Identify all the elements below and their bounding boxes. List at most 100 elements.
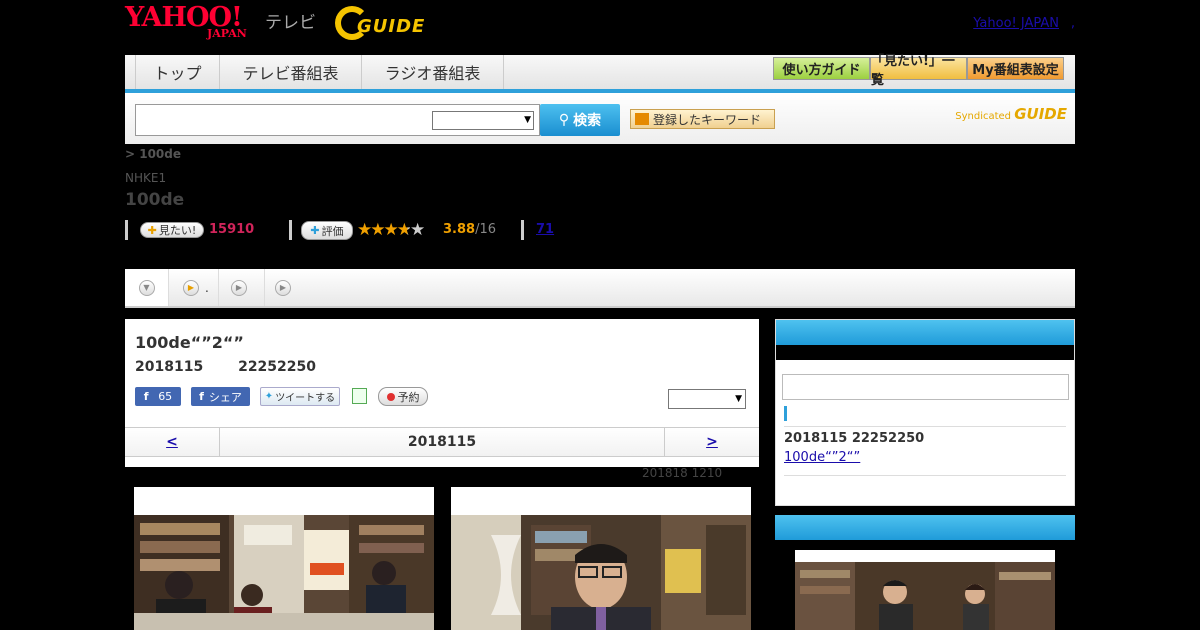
tv-label[interactable]: テレビ [265, 8, 316, 33]
usage-guide-button[interactable]: 使い方ガイド [773, 57, 870, 80]
search-category-select[interactable]: ▼ [432, 111, 534, 130]
facebook-share-label: シェア [208, 390, 242, 404]
tab-episode-1[interactable]: ▶ . [169, 269, 219, 306]
yahoo-japan-link[interactable]: Yahoo! JAPAN [973, 16, 1059, 31]
chevron-down-icon: ▼ [735, 394, 742, 404]
rate-label: 評価 [321, 224, 344, 238]
facebook-like-count: 65 [158, 390, 173, 403]
syndicated-brand: GUIDE [1014, 105, 1067, 123]
tab-episode-3[interactable]: ▶ [265, 269, 295, 306]
tweet-label: ツイートする [275, 393, 336, 404]
episode-tabs: ▼ ▶ . ▶ ▶ [125, 269, 1075, 308]
star-icon: ★ [370, 220, 385, 240]
nav-tab-label: トップ [153, 64, 202, 83]
chevron-down-icon: ▼ [138, 279, 155, 296]
episode-title: 100de“”2“” [135, 333, 244, 352]
facebook-like-button[interactable]: f 65 [135, 387, 181, 406]
related-episodes-subheader [776, 345, 1074, 360]
usage-guide-label: 使い方ガイド [782, 63, 861, 78]
saved-keywords-label: 登録したキーワード [653, 112, 762, 127]
watchlist-button[interactable]: 「見たい!」一覧 [870, 54, 967, 88]
sidebar-photo-image [795, 562, 1055, 630]
nav-tab-tv-guide[interactable]: テレビ番組表 [220, 55, 362, 89]
episode-action-select[interactable]: ▼ [668, 389, 746, 409]
nav-tab-top[interactable]: トップ [135, 55, 220, 89]
episode-pager: < 2018115 > [125, 427, 759, 457]
star-icon: ★ [357, 220, 372, 240]
facebook-icon: f [143, 390, 149, 403]
review-count-link[interactable]: 71 [536, 222, 554, 237]
related-episodes-header [776, 320, 1074, 345]
syndicated-gguide-logo: Syndicated GUIDE [955, 105, 1067, 123]
episode-date: 2018115 [135, 359, 204, 375]
rating-score: 3.88 [443, 222, 476, 237]
rating-stars: ★★★★★ [357, 220, 425, 240]
reserve-recording-button[interactable]: 予約 [378, 387, 428, 406]
rating-value: 3.88/16 [443, 222, 496, 237]
twitter-bird-icon: ✦ [264, 391, 274, 402]
share-row: f 65 f シェア ✦ ツイートする 予約 [135, 387, 735, 407]
want-to-watch-count: 15910 [209, 222, 255, 237]
last-updated: 201818 1210 [642, 466, 723, 480]
episode-panel: 100de“”2“” 2018115 22252250 f 65 f シェア ✦… [125, 319, 759, 467]
rate-button[interactable]: ✚ 評価 [301, 221, 353, 240]
my-guide-settings-label: My番組表設定 [972, 63, 1059, 78]
breadcrumb[interactable]: > 100de [125, 147, 181, 161]
tab-collapse[interactable]: ▼ [125, 269, 169, 306]
play-icon: ▶ [231, 279, 247, 296]
watchlist-label: 「見たい!」一覧 [871, 53, 955, 88]
episode-time: 22252250 [238, 359, 317, 375]
dropdown-arrow-icon [635, 113, 649, 125]
nav-tab-radio-guide[interactable]: ラジオ番組表 [362, 55, 504, 89]
program-stats: ✚ 見たい! 15910 ✚ 評価 ★★★★★ 3.88/16 71 [125, 220, 825, 242]
divider [784, 426, 1066, 427]
rating-count: /16 [475, 222, 496, 237]
search-button[interactable]: ⚲ 検索 [540, 104, 620, 136]
previous-episode-link[interactable]: < [125, 428, 220, 456]
calendar-add-icon[interactable] [352, 388, 367, 404]
gguide-logo[interactable]: GUIDE [335, 6, 433, 40]
header-link-separator: , [1070, 16, 1075, 31]
related-filter-field[interactable] [782, 374, 1069, 400]
syndicated-label: Syndicated [955, 111, 1012, 122]
episode-photo-2[interactable] [451, 487, 751, 630]
page: YAHOO! JAPAN テレビ GUIDE Yahoo! JAPAN , トッ… [0, 0, 1200, 630]
sidebar-photo-header [775, 515, 1075, 540]
related-episode-datetime: 2018115 22252250 [784, 431, 925, 446]
related-episodes-box: 2018115 22252250 100de“”2“” [775, 319, 1075, 506]
play-icon: ▶ [275, 279, 291, 296]
nav-tab-label: テレビ番組表 [242, 64, 339, 83]
episode-photo-2-image [451, 515, 751, 630]
sidebar-photo[interactable] [795, 550, 1055, 630]
nav-tab-label: ラジオ番組表 [384, 64, 481, 83]
reserve-label: 予約 [397, 390, 420, 404]
play-icon: ▶ [183, 279, 199, 296]
divider [289, 220, 292, 240]
divider [521, 220, 524, 240]
want-to-watch-button[interactable]: ✚ 見たい! [140, 222, 204, 238]
star-empty-icon: ★ [410, 220, 425, 240]
saved-keywords-button[interactable]: 登録したキーワード [630, 109, 775, 129]
facebook-share-button[interactable]: f シェア [191, 387, 250, 406]
chevron-down-icon: ▼ [524, 115, 531, 125]
pager-current-date: 2018115 [407, 434, 477, 450]
search-button-label: 検索 [573, 113, 602, 129]
tab-episode-2[interactable]: ▶ [219, 269, 265, 306]
episode-datetime: 2018115 22252250 [135, 359, 316, 375]
want-to-watch-label: 見たい! [158, 224, 197, 237]
gguide-logo-text: GUIDE [357, 16, 426, 37]
search-icon: ⚲ [558, 112, 570, 128]
star-icon: ★ [383, 220, 399, 240]
program-title: 100de [125, 190, 185, 210]
related-episode-link[interactable]: 100de“”2“” [784, 450, 937, 465]
next-episode-link[interactable]: > [664, 428, 759, 456]
search-bar: ▼ ⚲ 検索 登録したキーワード Syndicated GUIDE [125, 93, 1075, 144]
record-dot-icon [386, 392, 395, 401]
my-guide-settings-button[interactable]: My番組表設定 [967, 57, 1064, 80]
plus-icon: ✚ [310, 224, 320, 237]
main-nav: トップ テレビ番組表 ラジオ番組表 使い方ガイド 「見たい!」一覧 My番組表設… [125, 54, 1075, 93]
section-marker [784, 406, 787, 421]
tweet-button[interactable]: ✦ ツイートする [260, 387, 340, 406]
episode-photo-1[interactable] [134, 487, 434, 630]
divider [125, 220, 128, 240]
